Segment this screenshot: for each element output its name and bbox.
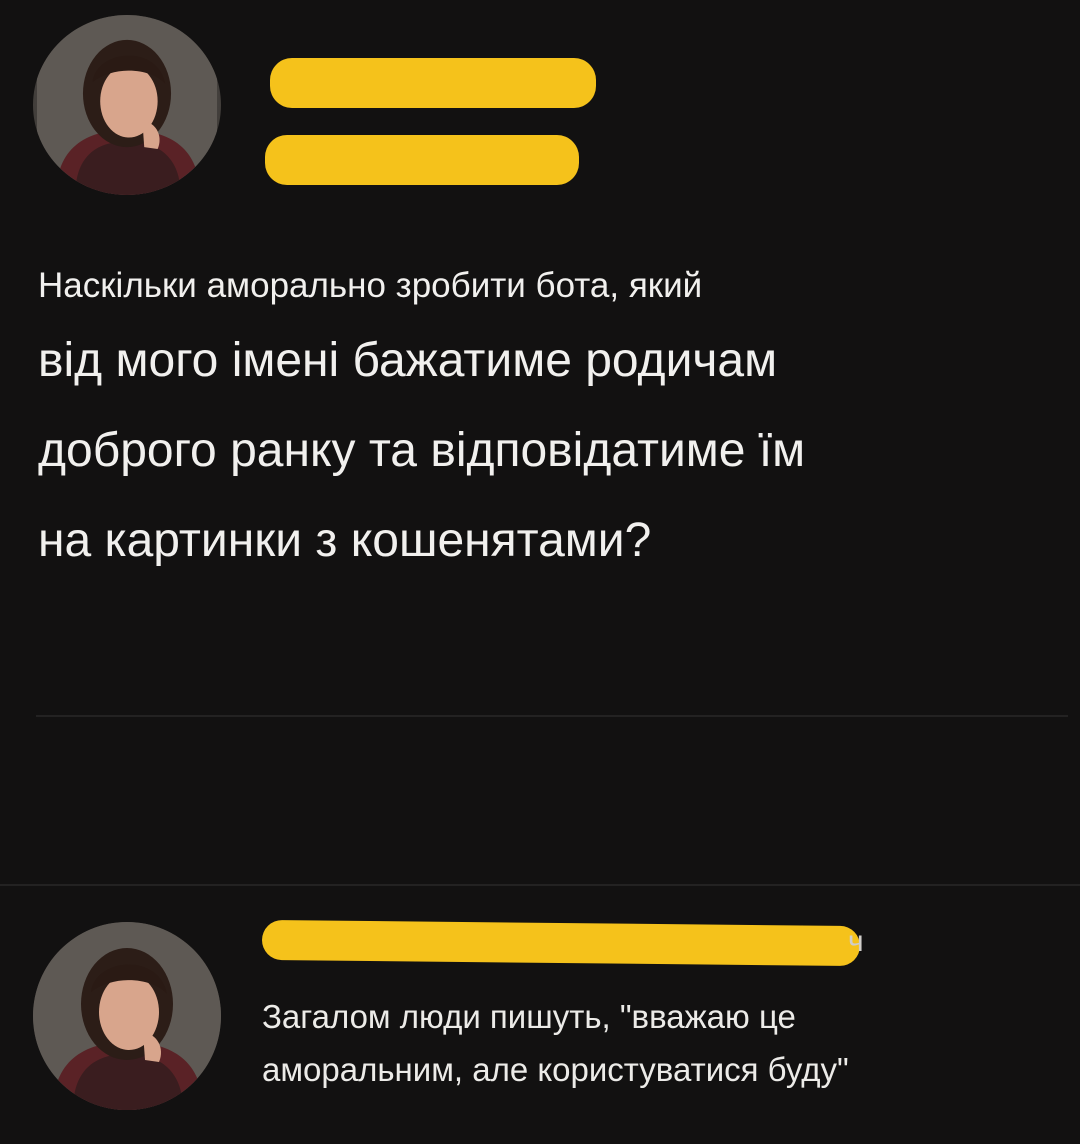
reply-line: Загалом люди пишуть, "вважаю це: [262, 998, 796, 1035]
post-line: від мого імені бажатиме родичам: [38, 334, 778, 387]
avatar-photo-icon: [33, 922, 221, 1110]
original-post: Наскільки аморально зробити бота, який в…: [0, 0, 1080, 720]
redacted-author-handle: [265, 135, 579, 185]
avatar-photo-icon: [37, 15, 217, 195]
redacted-author-name: [270, 58, 596, 108]
author-avatar[interactable]: [33, 15, 221, 195]
reply-timestamp: ч: [848, 925, 864, 958]
post-body: Наскільки аморально зробити бота, який в…: [38, 256, 1038, 586]
post-divider: [36, 715, 1068, 717]
reply-divider: [0, 884, 1080, 886]
post-line: Наскільки аморально зробити бота, який: [38, 266, 703, 305]
post-line: доброго ранку та відповідатиме їм: [38, 424, 806, 477]
reply-author-avatar[interactable]: [33, 922, 221, 1110]
redacted-reply-author: [261, 919, 861, 967]
reply-body: Загалом люди пишуть, "вважаю це аморальн…: [262, 990, 1062, 1096]
post-line: на картинки з кошенятами?: [38, 514, 652, 567]
reply-line: аморальним, але користуватися буду": [262, 1051, 849, 1088]
